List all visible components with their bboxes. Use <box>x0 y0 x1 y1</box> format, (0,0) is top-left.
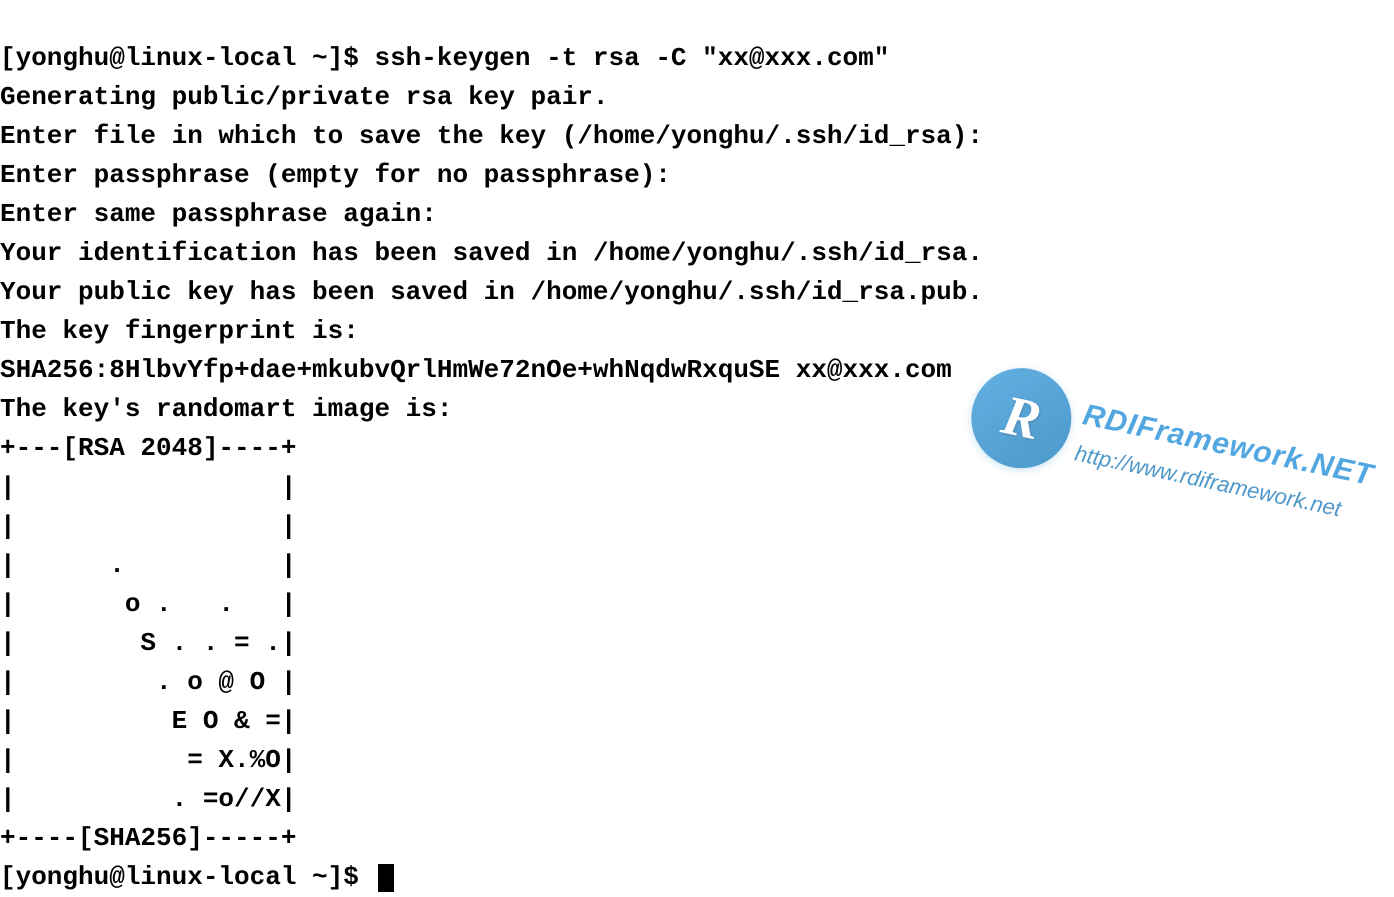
output-fingerprint-intro: The key fingerprint is: <box>0 316 359 346</box>
output-randomart-intro: The key's randomart image is: <box>0 394 452 424</box>
command-text: ssh-keygen -t rsa -C "xx@xxx.com" <box>374 43 889 73</box>
output-pub-saved: Your public key has been saved in /home/… <box>0 277 983 307</box>
randomart-row-5: | S . . = .| <box>0 628 296 658</box>
randomart-row-7: | E O & =| <box>0 706 296 736</box>
terminal-output: [yonghu@linux-local ~]$ ssh-keygen -t rs… <box>0 0 1394 897</box>
randomart-row-1: | | <box>0 472 296 502</box>
randomart-top: +---[RSA 2048]----+ <box>0 433 296 463</box>
randomart-row-3: | . | <box>0 550 296 580</box>
randomart-row-2: | | <box>0 511 296 541</box>
output-fingerprint: SHA256:8HlbvYfp+dae+mkubvQrlHmWe72nOe+wh… <box>0 355 952 385</box>
output-passphrase-again: Enter same passphrase again: <box>0 199 437 229</box>
output-id-saved: Your identification has been saved in /h… <box>0 238 983 268</box>
shell-prompt: [yonghu@linux-local ~]$ <box>0 43 374 73</box>
randomart-row-8: | = X.%O| <box>0 745 296 775</box>
output-enter-file: Enter file in which to save the key (/ho… <box>0 121 983 151</box>
randomart-row-6: | . o @ O | <box>0 667 296 697</box>
prompt-line-1: [yonghu@linux-local ~]$ ssh-keygen -t rs… <box>0 43 889 73</box>
cursor-icon <box>378 864 394 892</box>
randomart-bottom: +----[SHA256]-----+ <box>0 823 296 853</box>
randomart-row-4: | o . . | <box>0 589 296 619</box>
shell-prompt-2: [yonghu@linux-local ~]$ <box>0 862 374 892</box>
output-generating: Generating public/private rsa key pair. <box>0 82 609 112</box>
randomart-row-9: | . =o//X| <box>0 784 296 814</box>
output-passphrase: Enter passphrase (empty for no passphras… <box>0 160 671 190</box>
prompt-line-2[interactable]: [yonghu@linux-local ~]$ <box>0 862 394 892</box>
